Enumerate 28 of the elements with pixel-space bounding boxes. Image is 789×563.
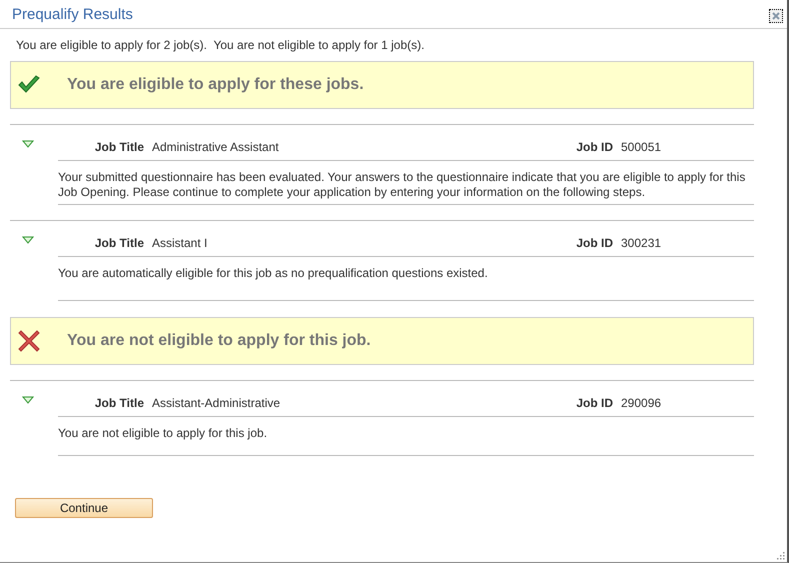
field-label: Job Title (94, 140, 144, 154)
cross-icon (17, 329, 41, 353)
expand-triangle-icon[interactable] (22, 396, 34, 404)
field-label: Job Title (94, 236, 144, 250)
job-id: 500051 (621, 140, 662, 154)
job-title: Assistant I (152, 236, 208, 250)
expand-triangle-icon[interactable] (22, 236, 34, 244)
field-label: Job Title (94, 396, 144, 410)
close-icon (772, 12, 780, 20)
job-message: You are not eligible to apply for this job. (58, 426, 268, 440)
resize-grip-icon[interactable] (776, 551, 785, 560)
job-message: Your submitted questionnaire has been evaluated. Your answers to the questionnaire indicate that you are eligible to apply for this Job Opening. Please continue to complete your application by entering your information on the following steps. (58, 170, 746, 199)
summary-text: You are eligible to apply for 2 job(s). You are not eligible to apply for 1 job(s). (16, 38, 426, 52)
field-label: Job ID (576, 236, 613, 250)
job-title: Assistant-Administrative (152, 396, 280, 410)
job-id: 290096 (621, 396, 662, 410)
field-label: Job ID (576, 140, 613, 154)
expand-triangle-icon[interactable] (22, 140, 34, 148)
close-button[interactable] (769, 9, 783, 23)
job-title: Administrative Assistant (152, 140, 279, 154)
job-message: You are automatically eligible for this job as no prequalification questions existed. (58, 266, 488, 280)
continue-button[interactable]: Continue (15, 498, 153, 518)
checkmark-icon (17, 75, 41, 95)
window-title: Prequalify Results (12, 6, 133, 22)
job-id: 300231 (621, 236, 662, 250)
field-label: Job ID (576, 396, 613, 410)
banner-heading: You are not eligible to apply for this job. (67, 332, 371, 350)
banner-heading: You are eligible to apply for these jobs. (67, 76, 364, 94)
